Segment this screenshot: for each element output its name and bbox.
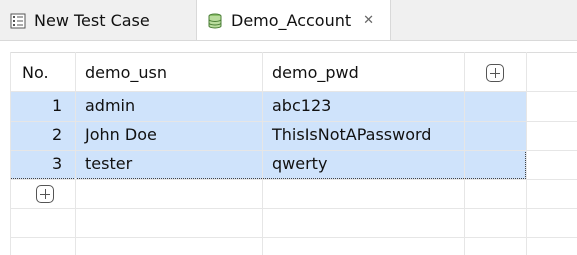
column-divider	[10, 52, 11, 255]
tab-demo-account[interactable]: Demo_Account ✕	[196, 0, 391, 41]
tab-label: Demo_Account	[231, 11, 352, 30]
row-number: 3	[52, 154, 63, 173]
cell-demo-pwd[interactable]: abc123	[272, 91, 331, 121]
row-divider	[10, 208, 577, 209]
column-header-demo-usn[interactable]: demo_usn	[85, 58, 167, 88]
database-icon	[208, 13, 222, 29]
row-number: 1	[52, 96, 63, 115]
add-column-icon[interactable]	[486, 64, 504, 82]
cell-demo-pwd[interactable]: qwerty	[272, 149, 327, 179]
table-top-border	[10, 52, 577, 53]
row-number: 2	[52, 125, 63, 144]
close-icon[interactable]: ✕	[363, 13, 374, 28]
cell-demo-usn[interactable]: John Doe	[85, 120, 157, 150]
cell-demo-pwd[interactable]: ThisIsNotAPassword	[272, 120, 431, 150]
cell-demo-usn[interactable]: admin	[85, 91, 135, 121]
column-divider	[75, 52, 76, 255]
tab-new-test-case[interactable]: New Test Case	[0, 0, 196, 41]
cell-demo-usn[interactable]: tester	[85, 149, 132, 179]
data-table: No. demo_usn demo_pwd 1 admin abc123 2 J…	[10, 52, 577, 255]
tabbar-divider	[0, 40, 577, 41]
row-divider	[10, 179, 577, 180]
tab-label: New Test Case	[34, 11, 150, 30]
add-row-icon[interactable]	[36, 185, 54, 203]
column-header-demo-pwd[interactable]: demo_pwd	[272, 58, 359, 88]
column-divider	[526, 52, 527, 255]
column-header-no[interactable]: No.	[22, 58, 49, 88]
column-divider	[464, 52, 465, 255]
row-divider	[10, 237, 577, 238]
editor-tab-bar: New Test Case Demo_Account ✕	[0, 0, 577, 41]
test-case-icon	[10, 13, 26, 28]
column-divider	[262, 52, 263, 255]
